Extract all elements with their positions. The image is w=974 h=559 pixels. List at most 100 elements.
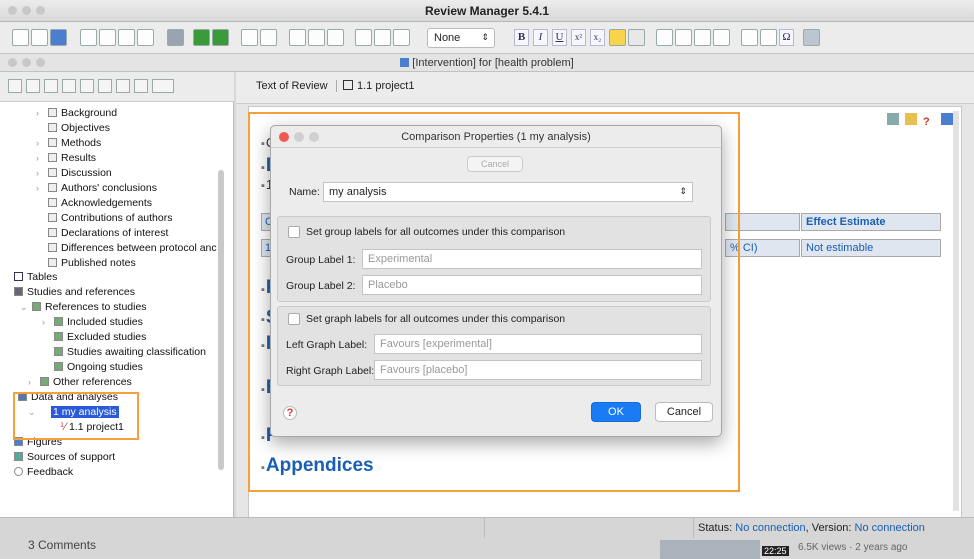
back-arrow-icon[interactable] — [193, 29, 210, 46]
spellcheck-icon[interactable] — [355, 29, 372, 46]
paste-icon[interactable] — [327, 29, 344, 46]
new-icon[interactable] — [12, 29, 29, 46]
tree-item-studies-refs[interactable]: Studies and references — [14, 285, 135, 299]
tree-item-methods[interactable]: › Methods — [36, 136, 101, 150]
forward-arrow-icon[interactable] — [212, 29, 229, 46]
tree-item-declarations[interactable]: Declarations of interest — [48, 226, 168, 240]
name-field[interactable]: my analysis ⇕ — [323, 182, 693, 202]
group2-label: Group Label 2: — [286, 280, 356, 292]
highlight-icon[interactable] — [609, 29, 626, 46]
bold-button[interactable]: B — [514, 29, 529, 46]
outdent-icon[interactable] — [694, 29, 711, 46]
special-char-button[interactable]: Ω — [779, 29, 794, 46]
right-graph-label: Right Graph Label: — [286, 365, 375, 377]
checkout-icon[interactable] — [137, 29, 154, 46]
link-icon[interactable] — [741, 29, 758, 46]
tree-item-objectives[interactable]: Objectives — [48, 121, 110, 135]
doc-tools: ? — [887, 113, 953, 128]
undo-icon[interactable] — [241, 29, 258, 46]
tree-item-excluded[interactable]: Excluded studies — [54, 330, 146, 344]
edit-icon[interactable] — [62, 79, 76, 93]
outline-scrollbar[interactable] — [218, 170, 224, 470]
tree-item-ongoing[interactable]: Ongoing studies — [54, 360, 143, 374]
group1-field[interactable]: Experimental — [362, 249, 702, 269]
table-cell-estimate: Not estimable — [801, 239, 941, 257]
redo-icon[interactable] — [260, 29, 277, 46]
checkin-icon[interactable] — [118, 29, 135, 46]
tree-item-feedback[interactable]: Feedback — [14, 465, 73, 479]
more-dropdown[interactable] — [152, 79, 174, 93]
home-icon[interactable] — [80, 29, 97, 46]
video-thumbnail[interactable] — [660, 540, 760, 559]
note-icon[interactable] — [134, 79, 148, 93]
style-select[interactable]: None ⇕ — [427, 28, 495, 48]
tree-item-conclusions[interactable]: › Authors' conclusions — [36, 181, 157, 195]
chevron-updown-icon: ⇕ — [679, 186, 687, 196]
indent-icon[interactable] — [713, 29, 730, 46]
ok-button[interactable]: OK — [591, 402, 641, 422]
cancel-button[interactable]: Cancel — [655, 402, 713, 422]
name-value: my analysis — [329, 186, 387, 198]
tree-item-results[interactable]: › Results — [36, 151, 96, 165]
spellcheck-all-icon[interactable] — [374, 29, 391, 46]
doc-scrollbar[interactable] — [953, 111, 959, 511]
print-icon[interactable] — [167, 29, 184, 46]
review-icon — [400, 58, 410, 67]
help-button[interactable]: ? — [283, 406, 297, 420]
tree-item-tables[interactable]: Tables — [14, 270, 57, 284]
group-labels-checkbox[interactable] — [288, 226, 300, 238]
tree-item-sources[interactable]: Sources of support — [14, 450, 115, 464]
document-title-bar: [Intervention] for [health problem] — [0, 54, 974, 72]
superscript-button[interactable]: x² — [571, 29, 586, 46]
tree-item-included[interactable]: › Included studies — [42, 315, 143, 329]
tree-item-discussion[interactable]: › Discussion — [36, 166, 112, 180]
tree-item-refs-to-studies[interactable]: ⌄ References to studies — [20, 300, 147, 314]
move-down-icon[interactable] — [116, 79, 130, 93]
tab-project1[interactable]: 1.1 project1 — [336, 80, 414, 92]
pen-icon[interactable] — [887, 113, 899, 125]
clear-format-icon[interactable] — [628, 29, 645, 46]
table-icon[interactable] — [803, 29, 820, 46]
tab-text-of-review[interactable]: Text of Review — [256, 80, 328, 92]
chevron-updown-icon: ⇕ — [481, 32, 489, 42]
outline-pane: › Background Objectives › Methods › Results… — [0, 72, 234, 517]
speech-icon[interactable] — [941, 113, 953, 125]
numbered-list-icon[interactable] — [675, 29, 692, 46]
collapse-icon[interactable] — [80, 79, 94, 93]
group-labels-check-label: Set group labels for all outcomes under … — [306, 226, 566, 238]
cut-icon[interactable] — [289, 29, 306, 46]
tree-item-contributions[interactable]: Contributions of authors — [48, 211, 172, 225]
add-icon[interactable] — [8, 79, 22, 93]
image-icon[interactable] — [760, 29, 777, 46]
underline-button[interactable]: U — [552, 29, 567, 46]
close-tab-icon[interactable] — [343, 80, 353, 90]
move-up-icon[interactable] — [98, 79, 112, 93]
group2-field[interactable]: Placebo — [362, 275, 702, 295]
left-graph-field[interactable]: Favours [experimental] — [374, 334, 702, 354]
tree-item-background[interactable]: › Background — [36, 106, 117, 120]
properties-icon[interactable] — [26, 79, 40, 93]
video-duration: 22:25 — [762, 546, 789, 556]
cancel-top-button[interactable]: Cancel — [467, 156, 523, 172]
open-icon[interactable] — [31, 29, 48, 46]
group-labels-panel: Set group labels for all outcomes under … — [277, 216, 711, 302]
copy-icon[interactable] — [308, 29, 325, 46]
note-icon[interactable] — [905, 113, 917, 125]
bullet-list-icon[interactable] — [656, 29, 673, 46]
tree-item-awaiting[interactable]: Studies awaiting classification — [54, 345, 206, 359]
italic-button[interactable]: I — [533, 29, 548, 46]
tree-item-acknowledgements[interactable]: Acknowledgements — [48, 196, 152, 210]
find-icon[interactable] — [393, 29, 410, 46]
right-graph-field[interactable]: Favours [placebo] — [374, 360, 702, 380]
sync-icon[interactable] — [99, 29, 116, 46]
highlight-box-tree — [13, 392, 139, 440]
tree-item-other-refs[interactable]: › Other references — [28, 375, 132, 389]
graph-labels-checkbox[interactable] — [288, 313, 300, 325]
subscript-button[interactable]: x₂ — [590, 29, 605, 46]
save-icon[interactable] — [50, 29, 67, 46]
zoom-icon[interactable] — [44, 79, 58, 93]
comparison-properties-dialog: Comparison Properties (1 my analysis) Ca… — [270, 125, 722, 437]
tree-item-published-notes[interactable]: Published notes — [48, 256, 136, 270]
tree-item-differences[interactable]: Differences between protocol anc — [48, 241, 217, 255]
help-icon[interactable]: ? — [923, 116, 935, 128]
